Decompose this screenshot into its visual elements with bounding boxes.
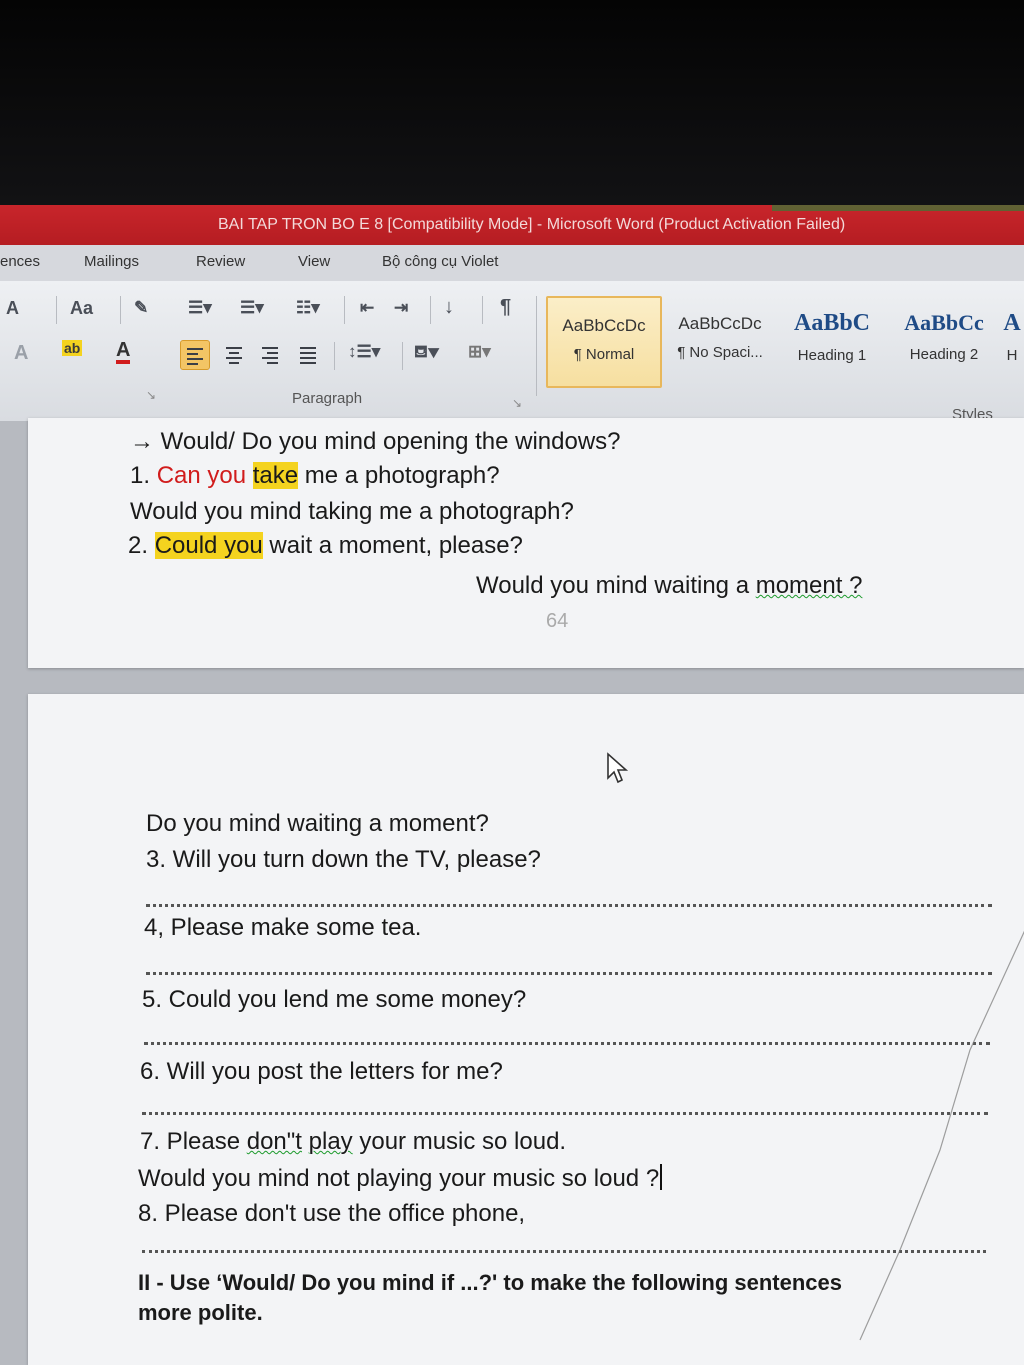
font-dialog-launcher-icon[interactable]: ↘ [146, 388, 156, 402]
doc-line-a7: Would you mind not playing your music so… [138, 1164, 663, 1193]
answer-dotted-line [142, 1112, 988, 1115]
doc-line: Do you mind waiting a moment? [146, 810, 489, 837]
ribbon-tab-row: ences Mailings Review View Bộ công cụ Vi… [0, 245, 1024, 281]
title-bar: BAI TAP TRON BO E 8 [Compatibility Mode]… [0, 205, 1024, 245]
separator [430, 296, 431, 324]
align-right-button[interactable] [256, 340, 284, 368]
align-left-button[interactable] [180, 340, 210, 370]
text-run: 7. Please [140, 1128, 247, 1155]
bullets-icon[interactable]: ☰▾ [188, 298, 212, 318]
red-text: Can you [156, 462, 253, 489]
text-run: Would you mind waiting a [476, 572, 756, 599]
spelling-marked-text: don"t [246, 1128, 302, 1155]
doc-line: → Would/ Do you mind opening the windows… [130, 428, 621, 455]
separator [482, 296, 483, 324]
paragraph-dialog-launcher-icon[interactable]: ↘ [512, 396, 522, 410]
text-run: Would you mind not playing your music so… [138, 1165, 660, 1192]
doc-line-a1: Would you mind taking me a photograph? [130, 498, 574, 525]
style-heading-1[interactable]: AaBbC Heading 1 [776, 296, 888, 384]
tab-review[interactable]: Review [196, 253, 245, 270]
separator [56, 296, 57, 324]
multilevel-list-icon[interactable]: ☷▾ [296, 298, 320, 318]
separator [344, 296, 345, 324]
line-spacing-icon[interactable]: ↕☰▾ [348, 342, 380, 362]
shrink-font-icon[interactable]: A [6, 298, 19, 319]
highlighted-text: take [252, 462, 299, 489]
separator [536, 296, 537, 396]
show-formatting-marks-icon[interactable]: ¶ [500, 296, 511, 319]
style-normal[interactable]: AaBbCcDc ¶ Normal [546, 296, 662, 388]
style-sample: AaBbC [793, 310, 871, 336]
doc-line-q7: 7. Please don"t play your music so loud. [140, 1128, 566, 1156]
document-page[interactable] [28, 694, 1024, 1365]
highlighted-text: Could you [154, 532, 263, 559]
section-heading: II - Use ‘Would/ Do you mind if ...?' to… [138, 1270, 842, 1295]
style-name: Heading 1 [797, 347, 867, 364]
section-heading: more polite. [138, 1300, 263, 1325]
doc-line-q6: 6. Will you post the letters for me? [140, 1058, 503, 1085]
style-no-spacing[interactable]: AaBbCcDc ¶ No Spaci... [664, 296, 776, 384]
separator [120, 296, 121, 324]
window-title: BAI TAP TRON BO E 8 [Compatibility Mode]… [218, 216, 846, 233]
doc-line-q1: 1. Can you take me a photograph? [130, 462, 500, 490]
answer-dotted-line [142, 1250, 986, 1253]
increase-indent-icon[interactable]: ⇥ [394, 298, 408, 318]
tab-references[interactable]: ences [0, 253, 40, 270]
separator [334, 342, 335, 370]
question-number: 1. [130, 462, 157, 489]
screen-bezel [0, 0, 1024, 205]
decrease-indent-icon[interactable]: ⇤ [360, 298, 374, 318]
text-run: your music so loud. [352, 1128, 567, 1155]
paragraph-group-label: Paragraph [292, 390, 363, 407]
text-run: me a photograph? [298, 462, 500, 489]
style-name: ¶ Normal [573, 346, 635, 363]
tab-violet-tools[interactable]: Bộ công cụ Violet [382, 253, 498, 270]
spelling-marked-text: moment ? [755, 572, 863, 599]
separator [402, 342, 403, 370]
borders-icon[interactable]: ⊞▾ [468, 342, 491, 362]
style-title-partial[interactable]: A H [1000, 296, 1024, 384]
style-name: H [1006, 347, 1018, 364]
justify-button[interactable] [294, 340, 322, 368]
style-sample: A [1003, 310, 1021, 336]
question-number: 2. [128, 532, 155, 559]
font-color-button[interactable]: A [116, 340, 131, 364]
align-center-button[interactable] [220, 340, 248, 368]
highlight-color-button[interactable]: ab [62, 340, 83, 356]
doc-line-q8: 8. Please don't use the office phone, [138, 1200, 526, 1227]
answer-dotted-line [146, 972, 992, 975]
style-heading-2[interactable]: AaBbCc Heading 2 [888, 296, 1000, 384]
style-name: ¶ No Spaci... [677, 344, 763, 361]
tab-view[interactable]: View [298, 253, 330, 270]
numbering-icon[interactable]: ☰▾ [240, 298, 264, 318]
doc-line-q5: 5. Could you lend me some money? [142, 986, 527, 1013]
text-run [302, 1128, 309, 1155]
doc-line-q2: 2. Could you wait a moment, please? [128, 532, 523, 560]
text-effects-icon[interactable]: A [14, 342, 28, 365]
style-sample: AaBbCcDc [678, 314, 762, 333]
style-name: Heading 2 [909, 346, 979, 363]
clear-format-icon[interactable]: ✎ [134, 298, 148, 318]
text-run: wait a moment, please? [262, 532, 523, 559]
sort-icon[interactable]: ↓ [444, 296, 454, 319]
doc-line-q4: 4, Please make some tea. [144, 914, 422, 941]
style-sample: AaBbCc [904, 310, 984, 335]
tab-mailings[interactable]: Mailings [84, 253, 139, 270]
text-cursor [660, 1164, 663, 1190]
answer-dotted-line [146, 904, 992, 907]
answer-dotted-line [144, 1042, 990, 1045]
doc-line-a2: Would you mind waiting a moment ? [476, 572, 862, 600]
change-case-button[interactable]: Aa [70, 298, 93, 319]
page-number: 64 [546, 610, 569, 632]
style-sample: AaBbCcDc [562, 316, 646, 335]
spelling-marked-text: play [308, 1128, 353, 1155]
mouse-pointer-icon [607, 752, 629, 784]
shading-icon[interactable]: ⛾▾ [414, 342, 439, 364]
doc-line-q3: 3. Will you turn down the TV, please? [146, 846, 541, 873]
